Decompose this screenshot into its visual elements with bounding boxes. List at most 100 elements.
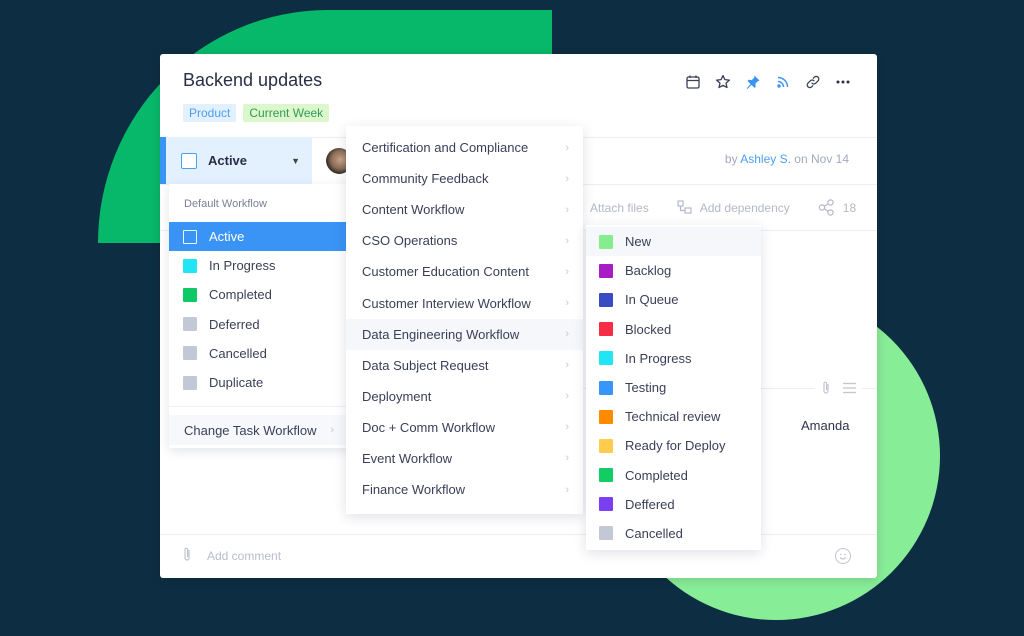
status-color-swatch: [183, 346, 197, 361]
paperclip-icon[interactable]: [182, 546, 192, 566]
workflow-option-label: Deployment: [362, 388, 432, 404]
status-color-swatch: [183, 317, 197, 332]
workflow-option-certification-and-compliance[interactable]: Certification and Compliance ›: [346, 132, 583, 163]
workflow-option-data-subject-request[interactable]: Data Subject Request ›: [346, 350, 583, 381]
workflow-status-option-in-queue[interactable]: In Queue: [586, 285, 761, 314]
share-icon: [818, 199, 834, 216]
workflow-status-label: Cancelled: [625, 525, 683, 541]
workflow-option-label: CSO Operations: [362, 233, 458, 249]
paperclip-icon[interactable]: [821, 380, 831, 398]
workflow-status-option-testing[interactable]: Testing: [586, 373, 761, 402]
status-color-swatch: [599, 380, 613, 395]
status-checkbox[interactable]: [181, 152, 197, 169]
chevron-right-icon: ›: [565, 359, 569, 372]
status-color-swatch: [599, 292, 613, 307]
workflow-status-label: Deffered: [625, 496, 675, 512]
workflow-status-label: Testing: [625, 380, 667, 396]
status-option-cancelled[interactable]: Cancelled: [169, 339, 354, 368]
attach-files-button[interactable]: Attach files: [590, 201, 649, 215]
tag-current-week[interactable]: Current Week: [243, 104, 330, 122]
description-tools: [815, 380, 862, 398]
calendar-icon[interactable]: [684, 73, 701, 90]
workflow-option-community-feedback[interactable]: Community Feedback ›: [346, 163, 583, 194]
status-color-swatch: [599, 526, 613, 541]
status-color-swatch: [599, 409, 613, 424]
assignee-name[interactable]: Amanda: [801, 418, 849, 433]
dependency-icon: [677, 200, 692, 214]
divider: [169, 406, 354, 408]
status-color-swatch: [599, 468, 613, 483]
comment-input[interactable]: Add comment: [207, 549, 835, 563]
workflow-status-option-technical-review[interactable]: Technical review: [586, 402, 761, 431]
comment-bar: Add comment: [160, 534, 877, 578]
chevron-right-icon: ›: [565, 141, 569, 154]
status-color-swatch: [599, 263, 613, 278]
workflow-option-customer-interview-workflow[interactable]: Customer Interview Workflow ›: [346, 287, 583, 318]
add-dependency-button[interactable]: Add dependency: [677, 200, 790, 215]
add-dependency-label: Add dependency: [699, 200, 790, 215]
workflow-heading: Default Workflow: [184, 198, 267, 210]
workflow-status-option-in-progress[interactable]: In Progress: [586, 344, 761, 373]
status-option-completed[interactable]: Completed: [169, 280, 354, 309]
status-dropdown[interactable]: Active ▼: [160, 137, 312, 184]
more-icon[interactable]: [834, 73, 851, 90]
workflow-status-label: Completed: [625, 467, 688, 483]
status-option-label: In Progress: [209, 258, 276, 274]
byline-date: on Nov 14: [794, 152, 849, 166]
workflow-option-customer-education-content[interactable]: Customer Education Content ›: [346, 256, 583, 287]
task-toolbar: Attach files Add dependency 18: [590, 199, 856, 216]
share-button[interactable]: 18: [818, 199, 856, 216]
status-option-label: Deferred: [209, 316, 260, 332]
status-color-swatch: [599, 497, 613, 512]
tag-product[interactable]: Product: [183, 104, 237, 122]
status-label: Active: [208, 153, 248, 168]
chevron-right-icon: ›: [565, 203, 569, 216]
workflow-option-label: Certification and Compliance: [362, 140, 529, 156]
list-icon[interactable]: [843, 381, 856, 397]
workflow-status-option-new[interactable]: New: [586, 227, 761, 257]
workflow-status-option-cancelled[interactable]: Cancelled: [586, 519, 761, 548]
status-menu: Default Workflow Active In Progress Comple…: [169, 184, 354, 448]
status-option-duplicate[interactable]: Duplicate: [169, 368, 354, 397]
chevron-right-icon: ›: [565, 483, 569, 496]
workflow-status-option-blocked[interactable]: Blocked: [586, 315, 761, 344]
change-task-workflow-label: Change Task Workflow: [184, 422, 317, 438]
author-link[interactable]: Ashley S.: [740, 152, 791, 166]
status-color-swatch: [183, 258, 197, 273]
caret-down-icon: ▼: [291, 155, 300, 166]
workflow-option-deployment[interactable]: Deployment ›: [346, 381, 583, 412]
workflow-status-option-ready-for-deploy[interactable]: Ready for Deploy: [586, 431, 761, 460]
task-title[interactable]: Backend updates: [183, 70, 322, 91]
status-option-active[interactable]: Active: [169, 222, 354, 252]
emoji-icon[interactable]: [835, 548, 851, 564]
workflow-option-label: Finance Workflow: [362, 482, 466, 498]
status-option-label: Active: [209, 229, 245, 245]
status-option-deferred[interactable]: Deferred: [169, 310, 354, 339]
workflow-option-event-workflow[interactable]: Event Workflow ›: [346, 443, 583, 474]
workflow-option-label: Customer Interview Workflow: [362, 295, 531, 311]
workflow-status-option-deffered[interactable]: Deffered: [586, 490, 761, 519]
workflow-option-data-engineering-workflow[interactable]: Data Engineering Workflow ›: [346, 318, 583, 350]
workflow-option-label: Data Subject Request: [362, 357, 489, 373]
workflow-status-option-backlog[interactable]: Backlog: [586, 256, 761, 285]
byline: by Ashley S. on Nov 14: [725, 152, 849, 166]
workflow-status-label: In Queue: [625, 292, 679, 308]
star-icon[interactable]: [714, 73, 731, 90]
workflow-status-label: New: [625, 234, 652, 250]
workflow-option-label: Doc + Comm Workflow: [362, 419, 496, 435]
pin-icon[interactable]: [744, 73, 761, 90]
status-color-swatch: [599, 351, 613, 366]
workflow-option-doc-comm-workflow[interactable]: Doc + Comm Workflow ›: [346, 412, 583, 443]
workflow-option-content-workflow[interactable]: Content Workflow ›: [346, 194, 583, 225]
workflow-status-label: Backlog: [625, 263, 672, 279]
byline-prefix: by: [724, 152, 738, 166]
link-icon[interactable]: [804, 73, 821, 90]
status-color-swatch: [183, 287, 197, 302]
workflow-option-cso-operations[interactable]: CSO Operations ›: [346, 225, 583, 256]
workflow-option-finance-workflow[interactable]: Finance Workflow ›: [346, 474, 583, 505]
rss-icon[interactable]: [774, 73, 791, 90]
status-option-in-progress[interactable]: In Progress: [169, 251, 354, 280]
change-task-workflow[interactable]: Change Task Workflow ›: [169, 415, 354, 446]
workflow-status-option-completed[interactable]: Completed: [586, 461, 761, 490]
status-option-label: Completed: [209, 287, 272, 303]
